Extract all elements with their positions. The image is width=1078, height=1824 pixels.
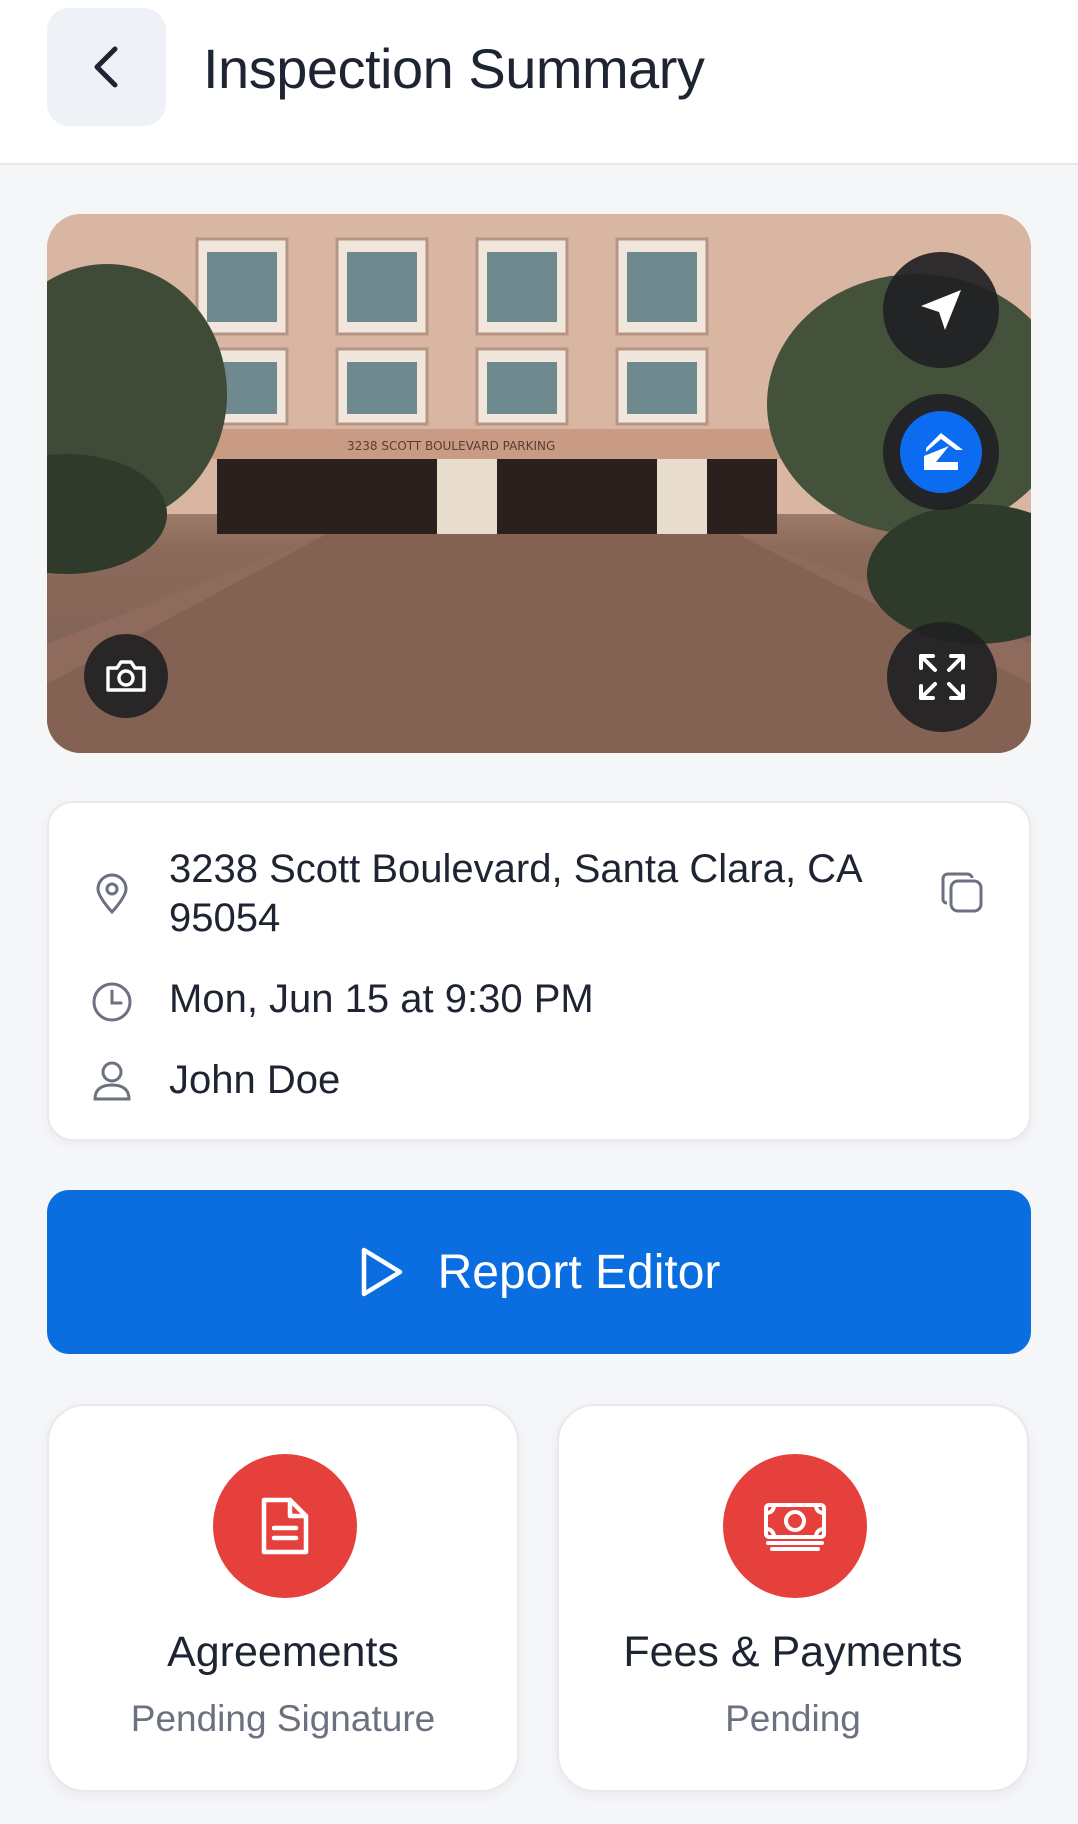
navigation-arrow-icon [921,290,961,330]
report-editor-button[interactable]: Report Editor [47,1190,1031,1354]
user-icon [93,1061,131,1101]
camera-button[interactable] [84,634,168,718]
copy-icon[interactable] [939,869,987,917]
chevron-left-icon [94,46,117,88]
money-icon [764,1503,826,1551]
back-button[interactable] [47,8,166,126]
building-sign: 3238 SCOTT BOULEVARD PARKING [347,439,555,453]
agreements-icon-circle [213,1454,357,1598]
top-bar: Inspection Summary [0,0,1078,165]
client-name-text: John Doe [169,1058,341,1102]
camera-icon [106,660,146,692]
expand-button[interactable] [887,622,997,732]
navigate-button[interactable] [883,252,999,368]
agreements-status: Pending Signature [130,1698,436,1739]
agreements-title: Agreements [167,1628,399,1676]
play-icon [361,1247,402,1297]
page-title: Inspection Summary [203,37,705,100]
fees-payments-status: Pending [725,1698,861,1739]
expand-icon [919,654,965,700]
fees-payments-title: Fees & Payments [623,1628,963,1676]
inspection-details-card: 3238 Scott Boulevard, Santa Clara, CA 95… [47,801,1031,1141]
zillow-icon [924,433,963,470]
fees-payments-tile[interactable]: Fees & Payments Pending [557,1404,1029,1792]
address-text: 3238 Scott Boulevard, Santa Clara, CA 95… [169,847,861,940]
building-photo: 3238 SCOTT BOULEVARD PARKING [47,214,1031,753]
fees-icon-circle [723,1454,867,1598]
zillow-button[interactable] [883,394,999,510]
datetime-text: Mon, Jun 15 at 9:30 PM [169,977,594,1021]
document-icon [261,1497,309,1555]
report-editor-label: Report Editor [437,1245,721,1299]
agreements-tile[interactable]: Agreements Pending Signature [47,1404,519,1792]
clock-icon [92,982,132,1022]
property-photo[interactable]: 3238 SCOTT BOULEVARD PARKING [47,214,1031,753]
map-pin-icon [96,873,128,915]
